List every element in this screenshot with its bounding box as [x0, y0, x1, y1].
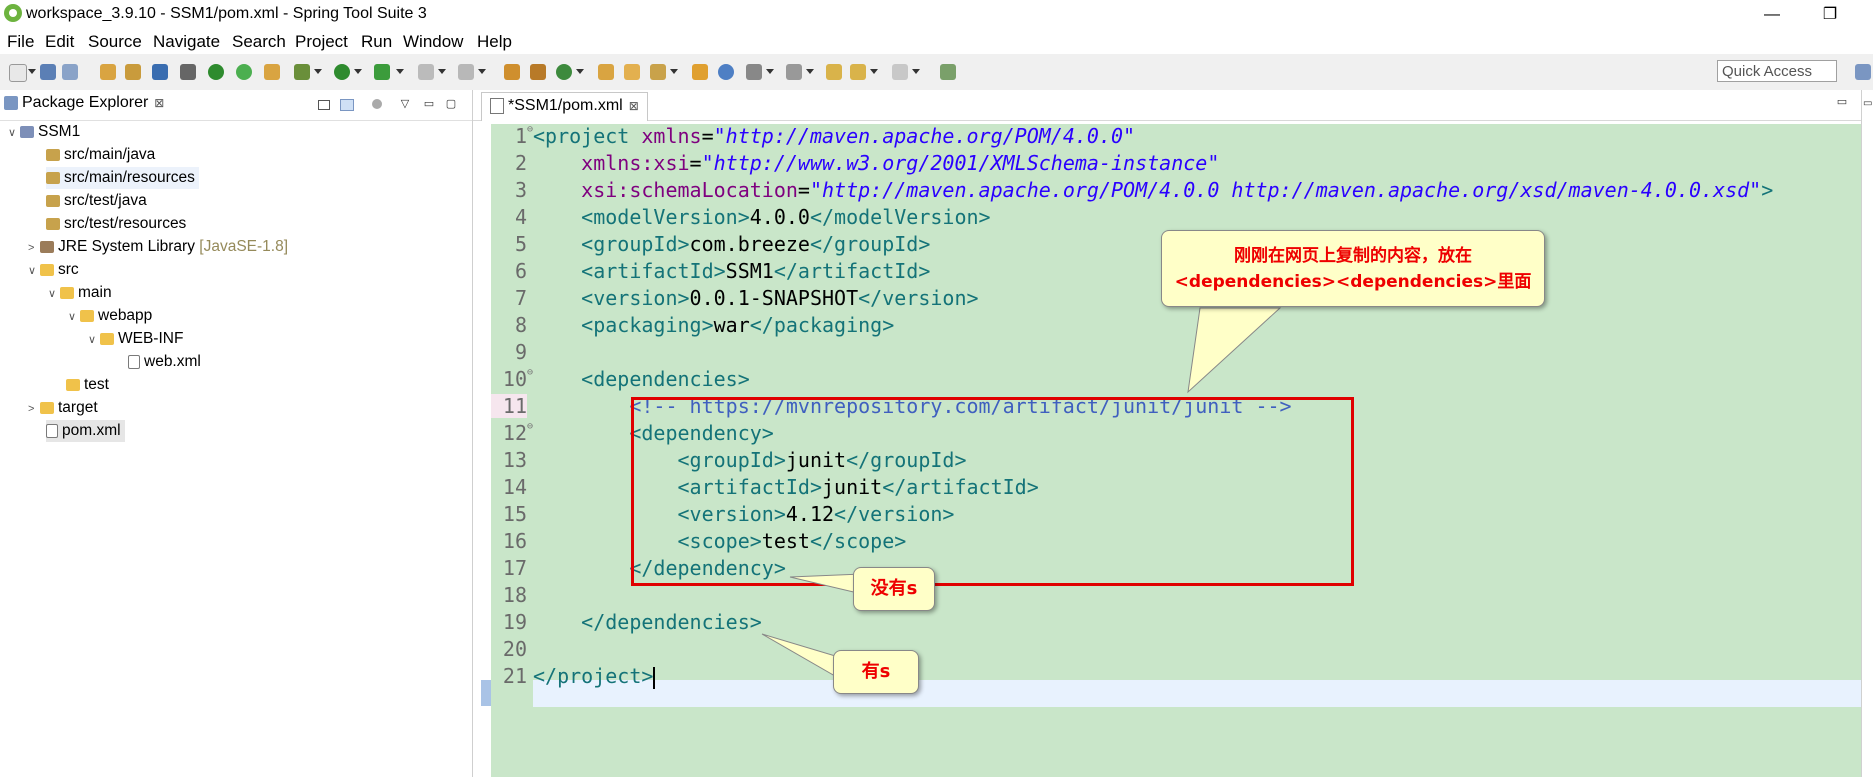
annotation-main-line2: <dependencies><dependencies>里面 [1174, 272, 1532, 292]
annotation-callout-main: 刚刚在网页上复制的内容，放在 <dependencies><dependenci… [1161, 230, 1545, 307]
main-callout-pointer [1187, 307, 1282, 394]
annotation-main-line1: 刚刚在网页上复制的内容，放在 [1234, 246, 1472, 266]
annotation-callout-has-s: 有s [833, 650, 919, 694]
annotation-callout-no-s: 没有s [853, 567, 935, 611]
no-s-callout-pointer [789, 573, 863, 595]
callout-pointers [761, 307, 1282, 681]
has-s-callout-pointer [761, 633, 843, 681]
